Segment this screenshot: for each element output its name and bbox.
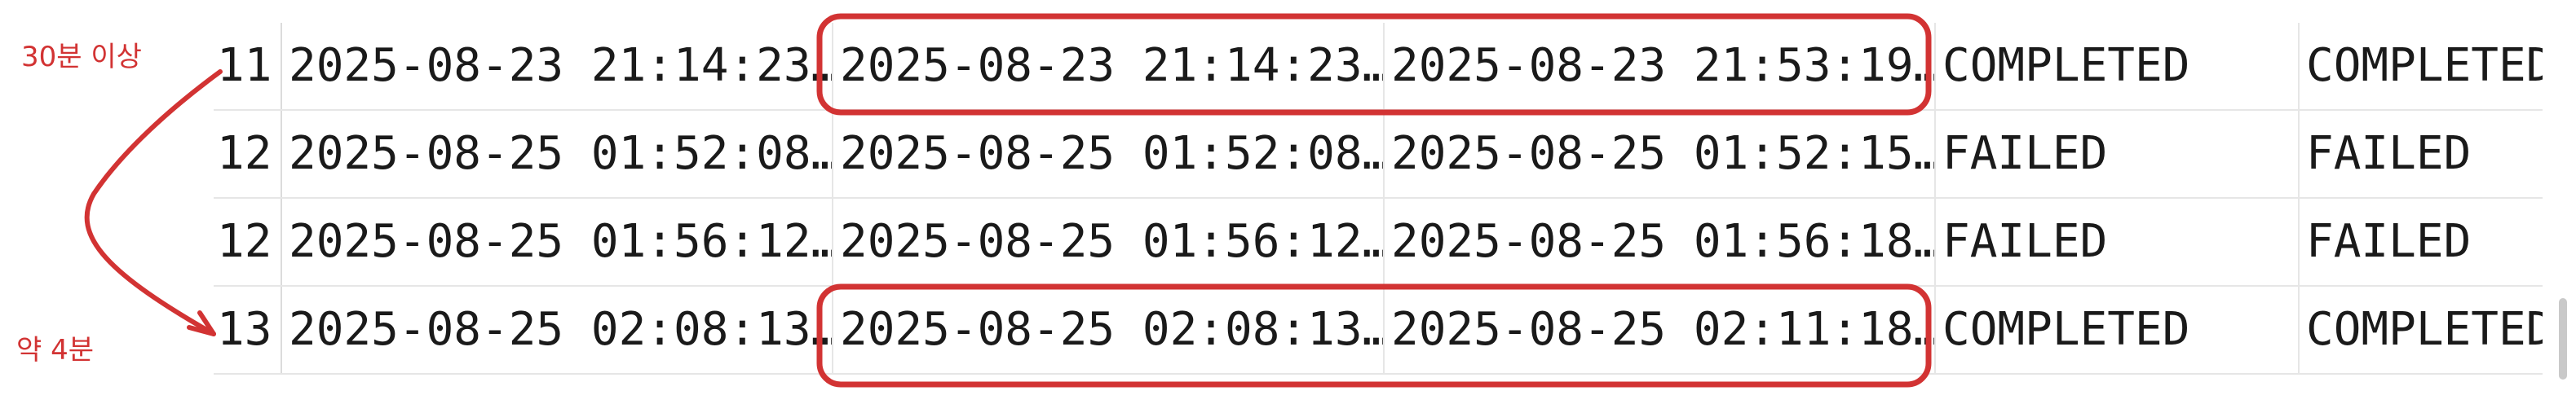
status-cell: FAILED	[1936, 199, 2300, 285]
end-time-cell: 2025-08-25 02:11:18…	[1385, 287, 1936, 373]
exit-status-cell: FAILED	[2306, 127, 2472, 180]
status-cell: FAILED	[1936, 111, 2300, 197]
end-time-cell: 2025-08-23 21:53:19…	[1385, 23, 1936, 109]
end-time-cell: 2025-08-25 01:52:15…	[1385, 111, 1936, 197]
id-cell: 12	[214, 111, 282, 197]
table-row[interactable]: 12 2025-08-25 01:52:08… 2025-08-25 01:52…	[214, 111, 2543, 199]
exit-status-cell: FAILED	[2306, 215, 2472, 268]
created-at-cell: 2025-08-25 01:56:12…	[282, 199, 833, 285]
start-time-cell: 2025-08-25 02:08:13…	[833, 287, 1385, 373]
table-row[interactable]: 12 2025-08-25 01:56:12… 2025-08-25 01:56…	[214, 199, 2543, 287]
start-time-cell: 2025-08-23 21:14:23…	[833, 23, 1385, 109]
table-row[interactable]: 13 2025-08-25 02:08:13… 2025-08-25 02:08…	[214, 287, 2543, 375]
annotation-top-label: 30분 이상	[21, 41, 142, 73]
start-time-cell: 2025-08-25 01:52:08…	[833, 111, 1385, 197]
end-time-cell: 2025-08-25 01:56:18…	[1385, 199, 1936, 285]
created-at-cell: 2025-08-25 01:52:08…	[282, 111, 833, 197]
arrow-curve	[84, 69, 223, 336]
status-cell: COMPLETED	[1936, 287, 2300, 373]
arrow-head-icon	[187, 310, 216, 336]
exit-status-cell: COMPLETED	[2306, 39, 2543, 92]
exit-status-cell: COMPLETED	[2306, 303, 2543, 356]
table-row[interactable]: 11 2025-08-23 21:14:23… 2025-08-23 21:14…	[214, 23, 2543, 111]
created-at-cell: 2025-08-25 02:08:13…	[282, 287, 833, 373]
status-cell: COMPLETED	[1936, 23, 2300, 109]
annotation-bottom-label: 약 4분	[16, 334, 94, 367]
id-cell: 13	[214, 287, 282, 373]
vertical-scrollbar-thumb[interactable]	[2559, 298, 2567, 380]
id-cell: 11	[214, 23, 282, 109]
start-time-cell: 2025-08-25 01:56:12…	[833, 199, 1385, 285]
job-history-table: 11 2025-08-23 21:14:23… 2025-08-23 21:14…	[214, 23, 2543, 380]
id-cell: 12	[214, 199, 282, 285]
created-at-cell: 2025-08-23 21:14:23…	[282, 23, 833, 109]
